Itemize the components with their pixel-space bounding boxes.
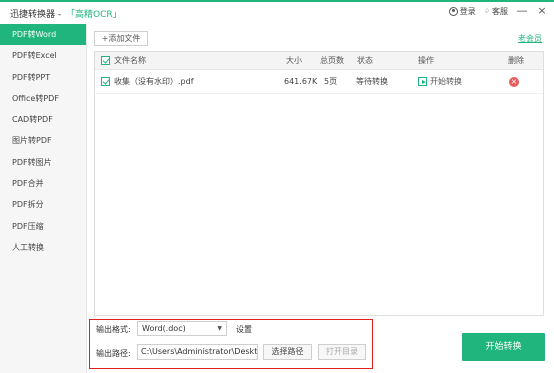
header-size: 大小 xyxy=(286,56,302,65)
sidebar: PDF转Word PDF转Excel PDF转PPT Office转PDF CA… xyxy=(0,24,87,373)
vip-link[interactable]: 老会员 xyxy=(518,33,542,44)
settings-link[interactable]: 设置 xyxy=(236,324,252,335)
sidebar-item-office-to-pdf[interactable]: Office转PDF xyxy=(0,88,86,109)
delete-cell: × xyxy=(509,70,519,93)
service-label: 客服 xyxy=(492,6,508,16)
ocr-link[interactable]: 「高精OCR」 xyxy=(66,10,122,20)
start-convert-link[interactable]: 开始转换 xyxy=(418,70,462,93)
chevron-down-icon: ▼ xyxy=(217,325,222,332)
output-path-field[interactable]: C:\Users\Administrator\Desktop xyxy=(137,344,258,360)
file-name: 收集（没有水印）.pdf xyxy=(114,77,194,86)
user-icon xyxy=(448,6,458,16)
sidebar-item-pdf-to-word[interactable]: PDF转Word xyxy=(0,24,86,46)
header-pages: 总页数 xyxy=(320,56,344,65)
sidebar-item-pdf-compress[interactable]: PDF压缩 xyxy=(0,216,86,237)
header-status: 状态 xyxy=(357,56,373,65)
file-pages: 5页 xyxy=(324,77,338,86)
path-label: 输出路径: xyxy=(96,349,131,358)
sidebar-item-pdf-to-image[interactable]: PDF转图片 xyxy=(0,152,86,173)
header-delete: 删除 xyxy=(508,56,524,65)
start-convert-button[interactable]: 开始转换 xyxy=(462,333,545,361)
file-list-panel: 文件名称 大小 总页数 状态 操作 删除 收集（没有水印）.pdf 641.67… xyxy=(94,51,544,316)
sidebar-item-pdf-merge[interactable]: PDF合并 xyxy=(0,173,86,194)
format-value: Word(.doc) xyxy=(142,324,186,333)
headset-icon: ♤ xyxy=(483,7,490,15)
format-select[interactable]: Word(.doc) ▼ xyxy=(137,321,227,336)
start-convert-label: 开始转换 xyxy=(430,77,462,86)
file-toolbar: +添加文件 老会员 xyxy=(94,31,546,47)
sidebar-item-cad-to-pdf[interactable]: CAD转PDF xyxy=(0,109,86,130)
title-controls: 登录 ♤ 客服 — × xyxy=(448,5,548,17)
row-checkbox-cell xyxy=(101,70,110,93)
select-all-checkbox[interactable] xyxy=(101,56,110,65)
app-name: 迅捷转换器 - xyxy=(10,9,64,20)
row-checkbox[interactable] xyxy=(101,77,110,86)
delete-icon[interactable]: × xyxy=(509,76,519,87)
service-button[interactable]: ♤ 客服 xyxy=(484,6,508,17)
open-directory-button[interactable]: 打开目录 xyxy=(318,344,366,360)
play-icon xyxy=(418,77,427,86)
login-label: 登录 xyxy=(459,6,476,16)
choose-path-button[interactable]: 选择路径 xyxy=(263,344,312,360)
app-title: 迅捷转换器 - 「高精OCR」 xyxy=(10,7,122,20)
header-action: 操作 xyxy=(418,56,434,65)
file-status: 等待转换 xyxy=(356,77,388,86)
title-bar: 迅捷转换器 - 「高精OCR」 登录 ♤ 客服 — × xyxy=(0,0,554,24)
format-label: 输出格式: xyxy=(96,325,131,334)
sidebar-item-manual-convert[interactable]: 人工转换 xyxy=(0,237,86,258)
file-size: 641.67K xyxy=(284,77,318,86)
header-name: 文件名称 xyxy=(114,56,146,65)
sidebar-item-pdf-to-ppt[interactable]: PDF转PPT xyxy=(0,67,86,88)
select-all-cell xyxy=(101,52,110,69)
sidebar-item-image-to-pdf[interactable]: 图片转PDF xyxy=(0,130,86,151)
table-row: 收集（没有水印）.pdf 641.67K 5页 等待转换 开始转换 × xyxy=(95,70,543,94)
close-button[interactable]: × xyxy=(536,5,548,17)
minimize-button[interactable]: — xyxy=(516,5,528,17)
sidebar-item-pdf-to-excel[interactable]: PDF转Excel xyxy=(0,45,86,66)
login-button[interactable]: 登录 xyxy=(448,6,476,17)
sidebar-item-pdf-split[interactable]: PDF拆分 xyxy=(0,194,86,215)
add-file-button[interactable]: +添加文件 xyxy=(94,31,148,46)
table-header: 文件名称 大小 总页数 状态 操作 删除 xyxy=(95,52,543,70)
